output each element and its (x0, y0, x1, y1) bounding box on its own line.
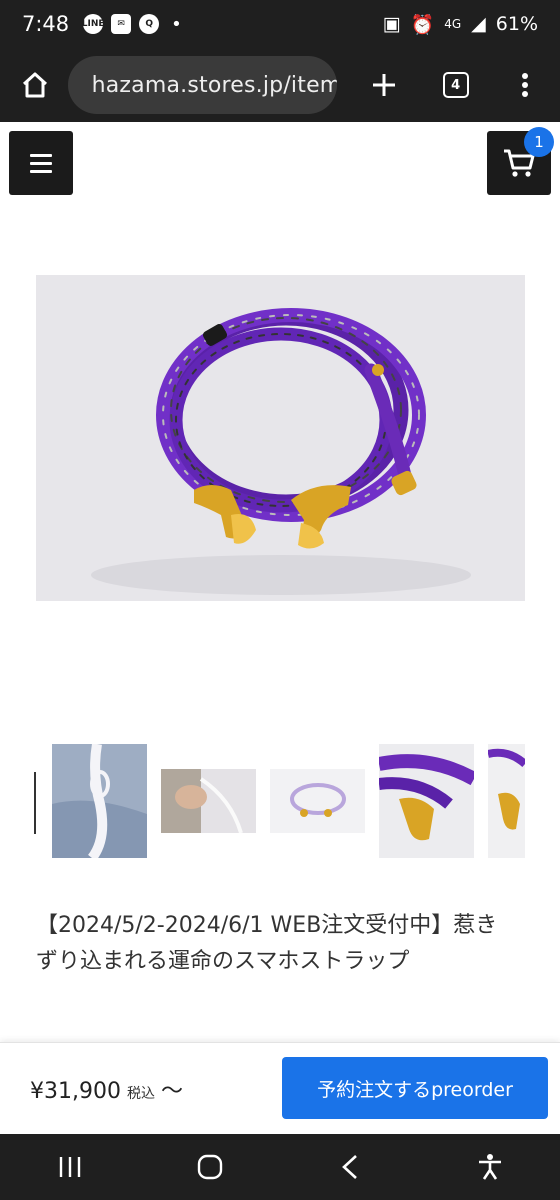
product-title: 【2024/5/2-2024/6/1 WEB注文受付中】惹きずり込まれる運命のス… (36, 913, 498, 974)
menu-button[interactable] (9, 131, 73, 195)
home-nav-button[interactable] (180, 1142, 240, 1192)
status-bar: 7:48 LINE ✉ Q • ▣ ⏰ 4G ◢ 61% (0, 0, 560, 48)
thumbnail-image-hand (161, 769, 256, 833)
url-text: hazama.stores.jp/items (91, 72, 338, 98)
alarm-icon: ⏰ (410, 13, 435, 36)
system-nav-bar (0, 1134, 560, 1200)
battery-level: 61% (495, 13, 538, 35)
from-label: 〜 (160, 1079, 183, 1104)
purchase-bar: ¥31,900 税込〜 予約注文するpreorder (0, 1042, 560, 1134)
price-value: ¥31,900 (30, 1079, 121, 1104)
plus-icon (373, 74, 396, 96)
hamburger-line (30, 161, 52, 165)
accessibility-button[interactable] (460, 1142, 520, 1192)
thumbnail-1[interactable] (52, 744, 147, 858)
scroll-indicator (34, 772, 36, 834)
recents-icon (59, 1157, 81, 1177)
thumbnail-image-purple-closeup (379, 744, 474, 858)
browser-toolbar: hazama.stores.jp/items 4 (0, 48, 560, 122)
thumbnail-strip (0, 744, 560, 862)
more-notifications-dot: • (171, 13, 182, 35)
product-main-image[interactable] (36, 275, 525, 601)
tab-count: 4 (442, 72, 469, 98)
phone-strap-photo (36, 275, 525, 601)
new-tab-button[interactable] (361, 62, 407, 108)
thumbnail-3[interactable] (270, 769, 365, 833)
tax-label: 税込 (126, 1086, 155, 1102)
home-icon (22, 72, 47, 98)
address-bar[interactable]: hazama.stores.jp/items (67, 56, 338, 114)
tab-switcher-button[interactable]: 4 (433, 62, 479, 108)
status-time: 7:48 (22, 12, 70, 36)
mail-icon: ✉ (111, 14, 132, 34)
search-app-icon: Q (139, 14, 160, 34)
page-content: 1 【2024/5/2-2024/6/1 WEB注文受付中】惹きずり込まれる運命… (0, 122, 560, 1134)
recents-button[interactable] (40, 1142, 100, 1192)
thumbnail-image-gold-hand (488, 744, 525, 858)
preorder-button[interactable]: 予約注文するpreorder (282, 1057, 548, 1119)
back-button[interactable] (320, 1142, 380, 1192)
hamburger-line (30, 169, 52, 173)
signal-icon: ◢ (471, 13, 486, 35)
nfc-icon: ▣ (382, 13, 401, 35)
browser-menu-button[interactable] (502, 62, 548, 108)
back-icon (342, 1155, 357, 1179)
network-type: 4G (444, 17, 462, 31)
thumbnail-image-lavender-strap (270, 769, 365, 833)
hamburger-line (30, 153, 52, 157)
thumbnail-2[interactable] (161, 769, 256, 833)
home-nav-icon (197, 1154, 223, 1180)
thumbnail-image-blue-shirt (52, 744, 147, 858)
thumbnail-4[interactable] (379, 744, 474, 858)
accessibility-icon (479, 1154, 501, 1180)
home-button[interactable] (12, 62, 58, 108)
cart-count-badge: 1 (524, 127, 554, 157)
more-vert-icon (522, 73, 529, 97)
price-block: ¥31,900 税込〜 (30, 1073, 183, 1105)
thumbnail-5[interactable] (488, 744, 525, 858)
line-app-icon: LINE (82, 14, 105, 34)
